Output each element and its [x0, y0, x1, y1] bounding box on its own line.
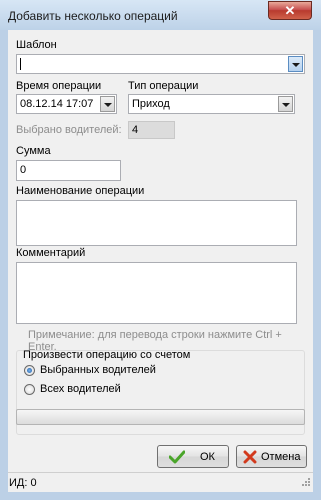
op-name-label: Наименование операции	[16, 185, 145, 197]
op-type-dropdown-button[interactable]	[278, 96, 293, 112]
radio-dot	[27, 368, 32, 373]
status-bar: ИД: 0	[8, 472, 313, 492]
op-time-value: 08.12.14 17:07	[20, 98, 94, 110]
op-type-select[interactable]: Приход	[128, 94, 295, 114]
op-time-picker[interactable]: 08.12.14 17:07	[16, 94, 117, 114]
radio-all-drivers-label: Всех водителей	[40, 383, 121, 395]
template-combobox[interactable]	[16, 54, 305, 74]
radio-selected-drivers[interactable]: Выбранных водителей	[24, 364, 224, 378]
comment-textarea[interactable]	[16, 262, 297, 324]
cancel-button[interactable]: Отмена	[236, 445, 307, 468]
op-time-dropdown-button[interactable]	[100, 96, 115, 112]
account-group-title: Произвести операцию со счетом	[23, 349, 191, 361]
checkmark-icon	[169, 450, 185, 464]
radio-selected-drivers-label: Выбранных водителей	[40, 364, 156, 376]
chevron-down-icon	[104, 103, 112, 107]
dialog-window: Добавить несколько операций ✕ Шаблон Вре…	[0, 0, 321, 500]
drivers-selected-label: Выбрано водителей:	[16, 124, 122, 136]
radio-button-checked[interactable]	[24, 365, 35, 376]
drivers-selected-value: 4	[132, 124, 139, 136]
status-id-text: ИД: 0	[9, 477, 37, 489]
ok-button[interactable]: ОК	[157, 445, 229, 468]
sum-label: Сумма	[16, 145, 51, 157]
op-type-label: Тип операции	[128, 80, 199, 92]
template-dropdown-button[interactable]	[288, 56, 303, 72]
radio-all-drivers[interactable]: Всех водителей	[24, 383, 224, 397]
template-label: Шаблон	[16, 39, 57, 51]
title-bar[interactable]: Добавить несколько операций ✕	[0, 0, 321, 30]
close-icon: ✕	[284, 3, 296, 18]
window-title: Добавить несколько операций	[8, 9, 178, 23]
cross-icon	[243, 450, 257, 464]
op-time-label: Время операции	[16, 80, 102, 92]
comment-label: Комментарий	[16, 247, 86, 259]
drivers-selected-count: 4	[128, 121, 175, 139]
radio-button-unchecked[interactable]	[24, 384, 35, 395]
chevron-down-icon	[282, 103, 290, 107]
cancel-button-label: Отмена	[261, 451, 301, 463]
sum-input[interactable]: 0	[16, 160, 121, 181]
progress-bar	[16, 409, 305, 425]
close-button[interactable]: ✕	[268, 1, 312, 20]
op-type-value: Приход	[132, 98, 170, 110]
resize-grip-icon[interactable]	[300, 478, 311, 489]
sum-value: 0	[20, 164, 27, 176]
op-name-textarea[interactable]	[16, 200, 297, 246]
ok-button-label: ОК	[200, 451, 215, 463]
text-caret	[20, 58, 21, 70]
chevron-down-icon	[292, 63, 300, 67]
dialog-body: Шаблон Время операции Тип операции 08.12…	[8, 30, 313, 472]
